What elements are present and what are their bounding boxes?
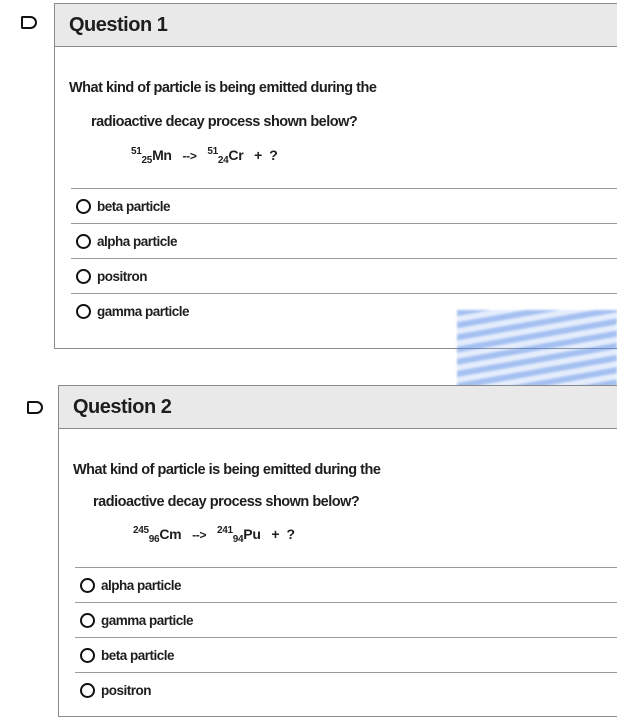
reaction-arrow: -->: [192, 528, 207, 542]
unknown-particle: ?: [269, 147, 278, 163]
question-1-equation: 5125Mn --> 5124Cr + ?: [131, 146, 278, 166]
question-1-card: Question 1 What kind of particle is bein…: [54, 3, 617, 349]
question-2-option-1[interactable]: alpha particle: [75, 567, 617, 603]
product-atomic-number: 94: [232, 534, 244, 545]
question-2-card: Question 2 What kind of particle is bein…: [58, 385, 617, 717]
option-label: gamma particle: [101, 613, 194, 628]
question-1-option-3[interactable]: positron: [71, 258, 617, 294]
option-label: positron: [101, 683, 152, 698]
flag-question-1-icon[interactable]: [21, 16, 37, 29]
radio-button-icon[interactable]: [80, 578, 95, 593]
question-1-title: Question 1: [69, 13, 168, 36]
radio-button-icon[interactable]: [80, 613, 95, 628]
product-symbol: Cr: [228, 147, 244, 163]
product-mass-number: 241: [216, 525, 233, 536]
reactant-symbol: Cm: [159, 526, 182, 542]
screen-glare: [457, 310, 617, 390]
product-atomic-number: 24: [217, 155, 229, 166]
product-symbol: Pu: [243, 526, 261, 542]
question-2-prompt-line2: radioactive decay process shown below?: [93, 494, 360, 510]
reactant-mass-number: 51: [131, 146, 142, 157]
reactant-atomic-number: 25: [141, 155, 153, 166]
reactant-mass-number: 245: [133, 525, 149, 536]
question-1-header: Question 1: [55, 4, 617, 47]
question-2-prompt-line1: What kind of particle is being emitted d…: [73, 462, 381, 478]
question-1-prompt-line2: radioactive decay process shown below?: [91, 114, 358, 130]
plus-sign: +: [254, 147, 263, 163]
question-1-prompt-line1: What kind of particle is being emitted d…: [69, 80, 377, 96]
reactant-symbol: Mn: [152, 147, 172, 163]
option-label: beta particle: [101, 648, 175, 663]
question-1-option-2[interactable]: alpha particle: [71, 223, 617, 259]
option-label: alpha particle: [101, 578, 182, 593]
reactant-atomic-number: 96: [148, 534, 160, 545]
question-2-equation: 24596Cm --> 24194Pu + ?: [133, 525, 295, 545]
radio-button-icon[interactable]: [80, 648, 95, 663]
radio-button-icon[interactable]: [80, 683, 95, 698]
radio-button-icon[interactable]: [76, 304, 91, 319]
radio-button-icon[interactable]: [76, 269, 91, 284]
reaction-arrow: -->: [182, 149, 197, 163]
question-2-title: Question 2: [73, 395, 172, 418]
option-label: beta particle: [97, 199, 171, 214]
radio-button-icon[interactable]: [76, 199, 91, 214]
option-label: gamma particle: [97, 304, 190, 319]
plus-sign: +: [271, 526, 280, 542]
product-mass-number: 51: [207, 146, 218, 157]
flag-question-2-icon[interactable]: [27, 401, 43, 414]
option-label: alpha particle: [97, 234, 178, 249]
question-1-option-1[interactable]: beta particle: [71, 188, 617, 224]
option-label: positron: [97, 269, 148, 284]
question-2-option-3[interactable]: beta particle: [75, 637, 617, 673]
question-2-option-2[interactable]: gamma particle: [75, 602, 617, 638]
unknown-particle: ?: [286, 526, 295, 542]
question-2-option-4[interactable]: positron: [75, 672, 617, 708]
radio-button-icon[interactable]: [76, 234, 91, 249]
question-2-header: Question 2: [59, 386, 617, 429]
